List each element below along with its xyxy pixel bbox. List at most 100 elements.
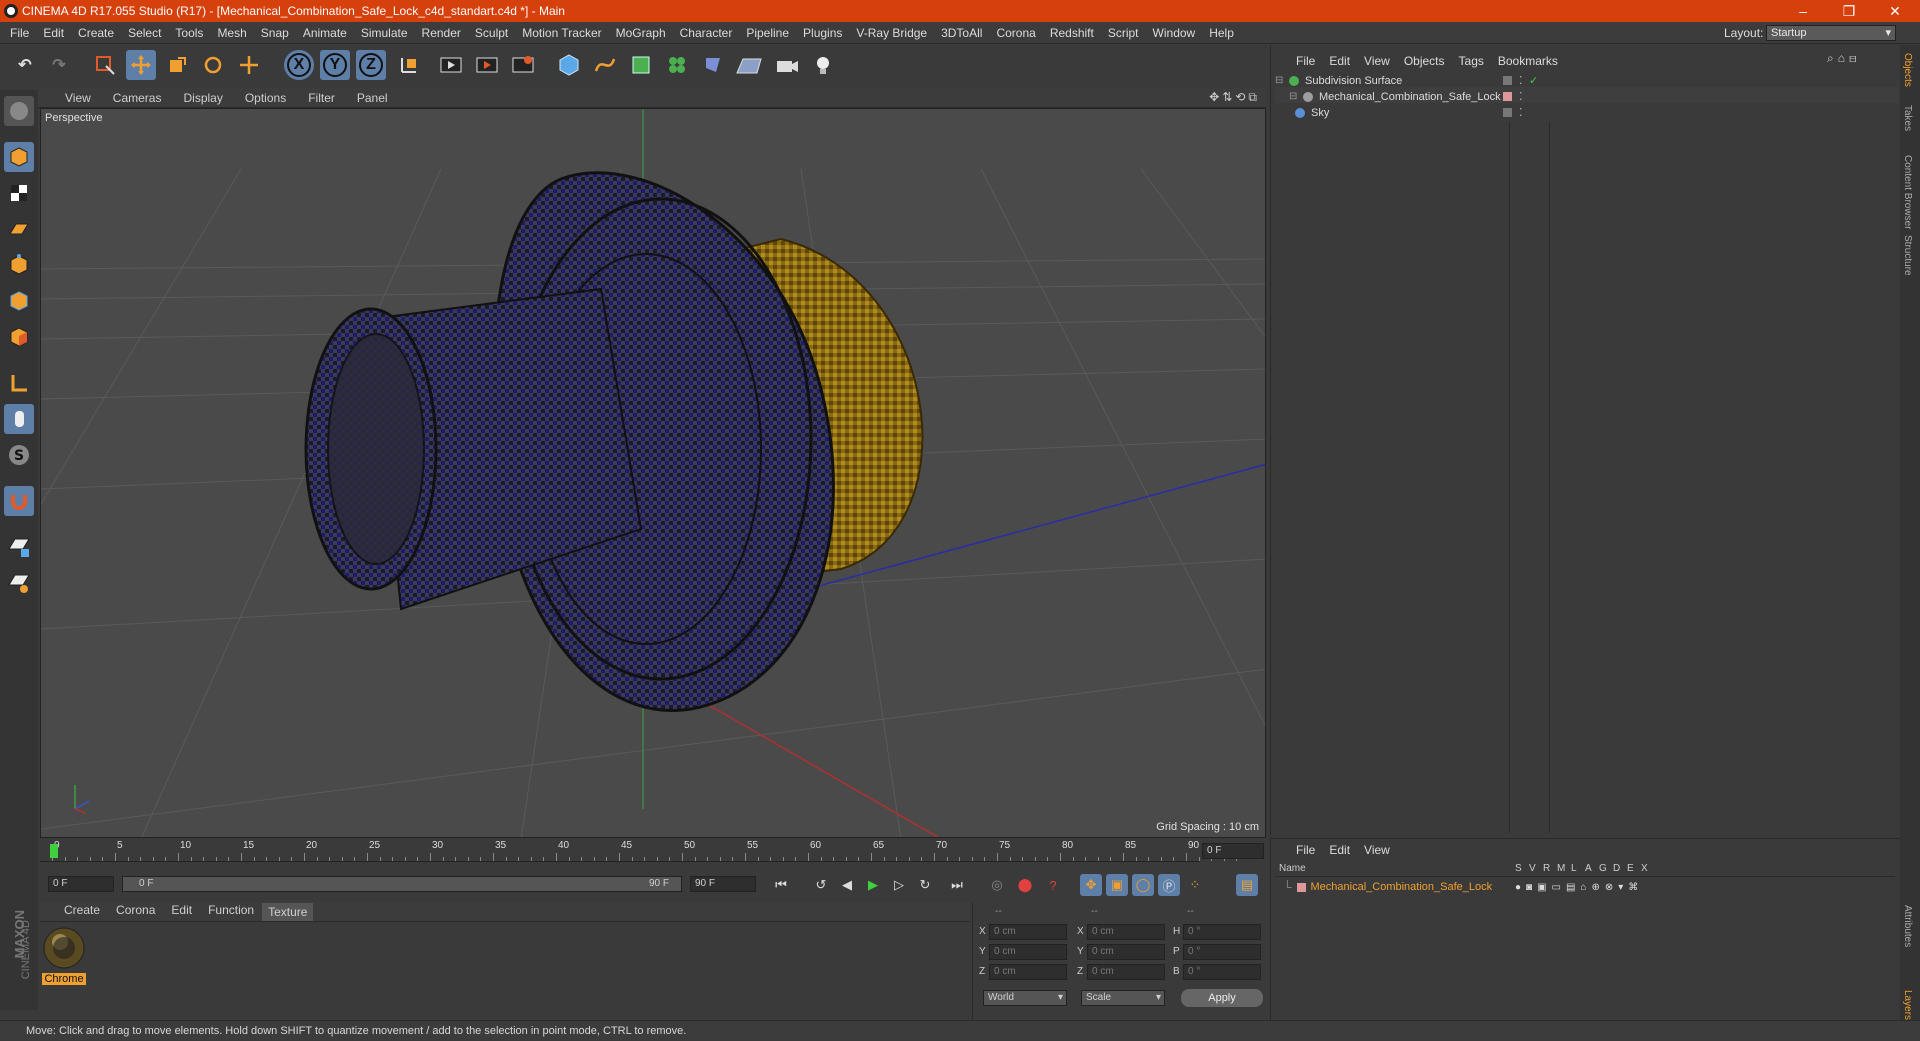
subdivision-icon[interactable] — [626, 50, 656, 80]
go-to-start-icon[interactable]: ⏮ — [770, 874, 792, 896]
size-mode-select[interactable]: Scale ▾ — [1081, 990, 1165, 1006]
cloner-icon[interactable] — [662, 50, 692, 80]
transform-icon[interactable] — [234, 50, 264, 80]
perspective-viewport[interactable]: Perspective Grid Spacing: 10 cm — [40, 108, 1266, 838]
menu-render[interactable]: Render — [415, 22, 468, 44]
visibility-toggle-icon[interactable]: ⁚ — [1519, 74, 1523, 87]
object-name[interactable]: Mechanical_Combination_Safe_Lock — [1319, 91, 1501, 103]
coord-field[interactable]: 0 cm — [1087, 944, 1165, 960]
side-tab-content-browser[interactable]: Content Browser — [1902, 155, 1913, 229]
coord-field[interactable]: 0 ° — [1183, 924, 1261, 940]
key-scale-icon[interactable]: ▣ — [1106, 874, 1128, 896]
layer-column-e[interactable]: E — [1627, 863, 1634, 874]
model-mode-icon[interactable] — [4, 142, 34, 172]
spline-pen-icon[interactable] — [590, 50, 620, 80]
menu-help[interactable]: Help — [1202, 22, 1241, 44]
layer-column-g[interactable]: G — [1599, 863, 1607, 874]
object-manager-tools[interactable]: ⌕⌂⊟ — [1827, 51, 1861, 66]
make-editable-icon[interactable] — [4, 96, 34, 126]
menu-mograph[interactable]: MoGraph — [609, 22, 673, 44]
solo-icon[interactable]: S — [4, 440, 34, 470]
layer-column-s[interactable]: S — [1515, 863, 1522, 874]
playhead[interactable] — [50, 844, 58, 858]
texture-mode-icon[interactable] — [4, 178, 34, 208]
key-position-icon[interactable]: ✥ — [1080, 874, 1102, 896]
live-selection-icon[interactable] — [90, 50, 120, 80]
light-icon[interactable] — [808, 50, 838, 80]
key-rotation-icon[interactable]: ◯ — [1132, 874, 1154, 896]
object-name[interactable]: Subdivision Surface — [1305, 75, 1402, 87]
coord-field[interactable]: 0 ° — [1183, 964, 1261, 980]
material-menu-edit[interactable]: Edit — [163, 903, 200, 921]
menu-pipeline[interactable]: Pipeline — [739, 22, 796, 44]
tweak-icon[interactable] — [4, 404, 34, 434]
menu-simulate[interactable]: Simulate — [354, 22, 415, 44]
side-tab-layers[interactable]: Layers — [1902, 990, 1913, 1020]
object-menu-view[interactable]: View — [1357, 54, 1397, 68]
axis-y-lock[interactable]: Y — [320, 50, 350, 80]
coord-field[interactable]: 0 cm — [989, 964, 1067, 980]
workplane-icon[interactable] — [4, 214, 34, 244]
viewport-menu-panel[interactable]: Panel — [346, 91, 399, 105]
material-menu-corona[interactable]: Corona — [108, 903, 163, 921]
render-view-icon[interactable] — [436, 50, 466, 80]
coord-field[interactable]: 0 cm — [989, 924, 1067, 940]
enable-axis-icon[interactable] — [4, 368, 34, 398]
autokey-icon[interactable]: ⬤ — [1014, 874, 1036, 896]
timeline-ruler[interactable]: 051015202530354045505560657075808590 0 F — [40, 840, 1266, 862]
keyframe-selection-icon[interactable]: ? — [1042, 874, 1064, 896]
maximize-button[interactable]: ❐ — [1826, 0, 1872, 22]
scale-icon[interactable] — [162, 50, 192, 80]
magnet-icon[interactable] — [4, 486, 34, 516]
viewport-menu-options[interactable]: Options — [234, 91, 297, 105]
previous-key-icon[interactable]: ↺ — [810, 874, 832, 896]
menu-v-ray-bridge[interactable]: V-Ray Bridge — [849, 22, 934, 44]
side-tab-takes[interactable]: Takes — [1902, 105, 1913, 131]
layer-color-swatch[interactable] — [1296, 882, 1306, 892]
viewport-menu-cameras[interactable]: Cameras — [102, 91, 173, 105]
layer-tag-icon[interactable] — [1503, 108, 1512, 117]
object-menu-bookmarks[interactable]: Bookmarks — [1491, 54, 1565, 68]
layer-column-x[interactable]: X — [1641, 863, 1648, 874]
previous-frame-icon[interactable]: ◀ — [836, 874, 858, 896]
viewport-menu-view[interactable]: View — [54, 91, 102, 105]
layer-column-name[interactable]: Name — [1279, 863, 1306, 874]
rotate-icon[interactable] — [198, 50, 228, 80]
next-frame-icon[interactable]: ▷ — [888, 874, 910, 896]
layout-select[interactable]: Startup ▾ — [1766, 25, 1896, 41]
menu-corona[interactable]: Corona — [989, 22, 1042, 44]
menu-script[interactable]: Script — [1101, 22, 1146, 44]
current-frame-field[interactable]: 0 F — [1202, 843, 1264, 859]
menu-tools[interactable]: Tools — [168, 22, 210, 44]
menu-plugins[interactable]: Plugins — [796, 22, 849, 44]
layer-column-d[interactable]: D — [1613, 863, 1620, 874]
points-mode-icon[interactable] — [4, 250, 34, 280]
locked-workplane-icon[interactable] — [4, 532, 34, 562]
expand-icon[interactable]: ⊟ — [1275, 75, 1287, 86]
viewport-nav-icons[interactable]: ✥⇅⟲⧉ — [1209, 90, 1260, 105]
menu-sculpt[interactable]: Sculpt — [468, 22, 515, 44]
record-keys-icon[interactable]: ◎ — [986, 874, 1008, 896]
next-key-icon[interactable]: ↻ — [914, 874, 936, 896]
axis-x-lock[interactable]: X — [284, 50, 314, 80]
menu-select[interactable]: Select — [121, 22, 168, 44]
material-chrome[interactable]: Chrome — [42, 926, 86, 985]
menu-motion-tracker[interactable]: Motion Tracker — [515, 22, 608, 44]
deformer-icon[interactable] — [698, 50, 728, 80]
floor-icon[interactable] — [734, 50, 764, 80]
coordinate-system-icon[interactable] — [394, 50, 424, 80]
menu-create[interactable]: Create — [71, 22, 121, 44]
edges-mode-icon[interactable] — [4, 286, 34, 316]
viewport-menu-filter[interactable]: Filter — [297, 91, 346, 105]
planar-workplane-icon[interactable] — [4, 568, 34, 598]
coord-field[interactable]: 0 cm — [1087, 964, 1165, 980]
object-row[interactable]: Sky ⁚ — [1275, 103, 1899, 122]
menu-snap[interactable]: Snap — [254, 22, 296, 44]
object-menu-tags[interactable]: Tags — [1452, 54, 1491, 68]
coord-field[interactable]: 0 cm — [989, 944, 1067, 960]
polygons-mode-icon[interactable] — [4, 322, 34, 352]
side-tab-attributes[interactable]: Attributes — [1902, 905, 1913, 947]
apply-button[interactable]: Apply — [1181, 989, 1263, 1007]
visibility-toggle-icon[interactable]: ⁚ — [1519, 90, 1523, 103]
layer-row[interactable]: └ Mechanical_Combination_Safe_Lock ●◙▣▭▤… — [1275, 879, 1895, 895]
